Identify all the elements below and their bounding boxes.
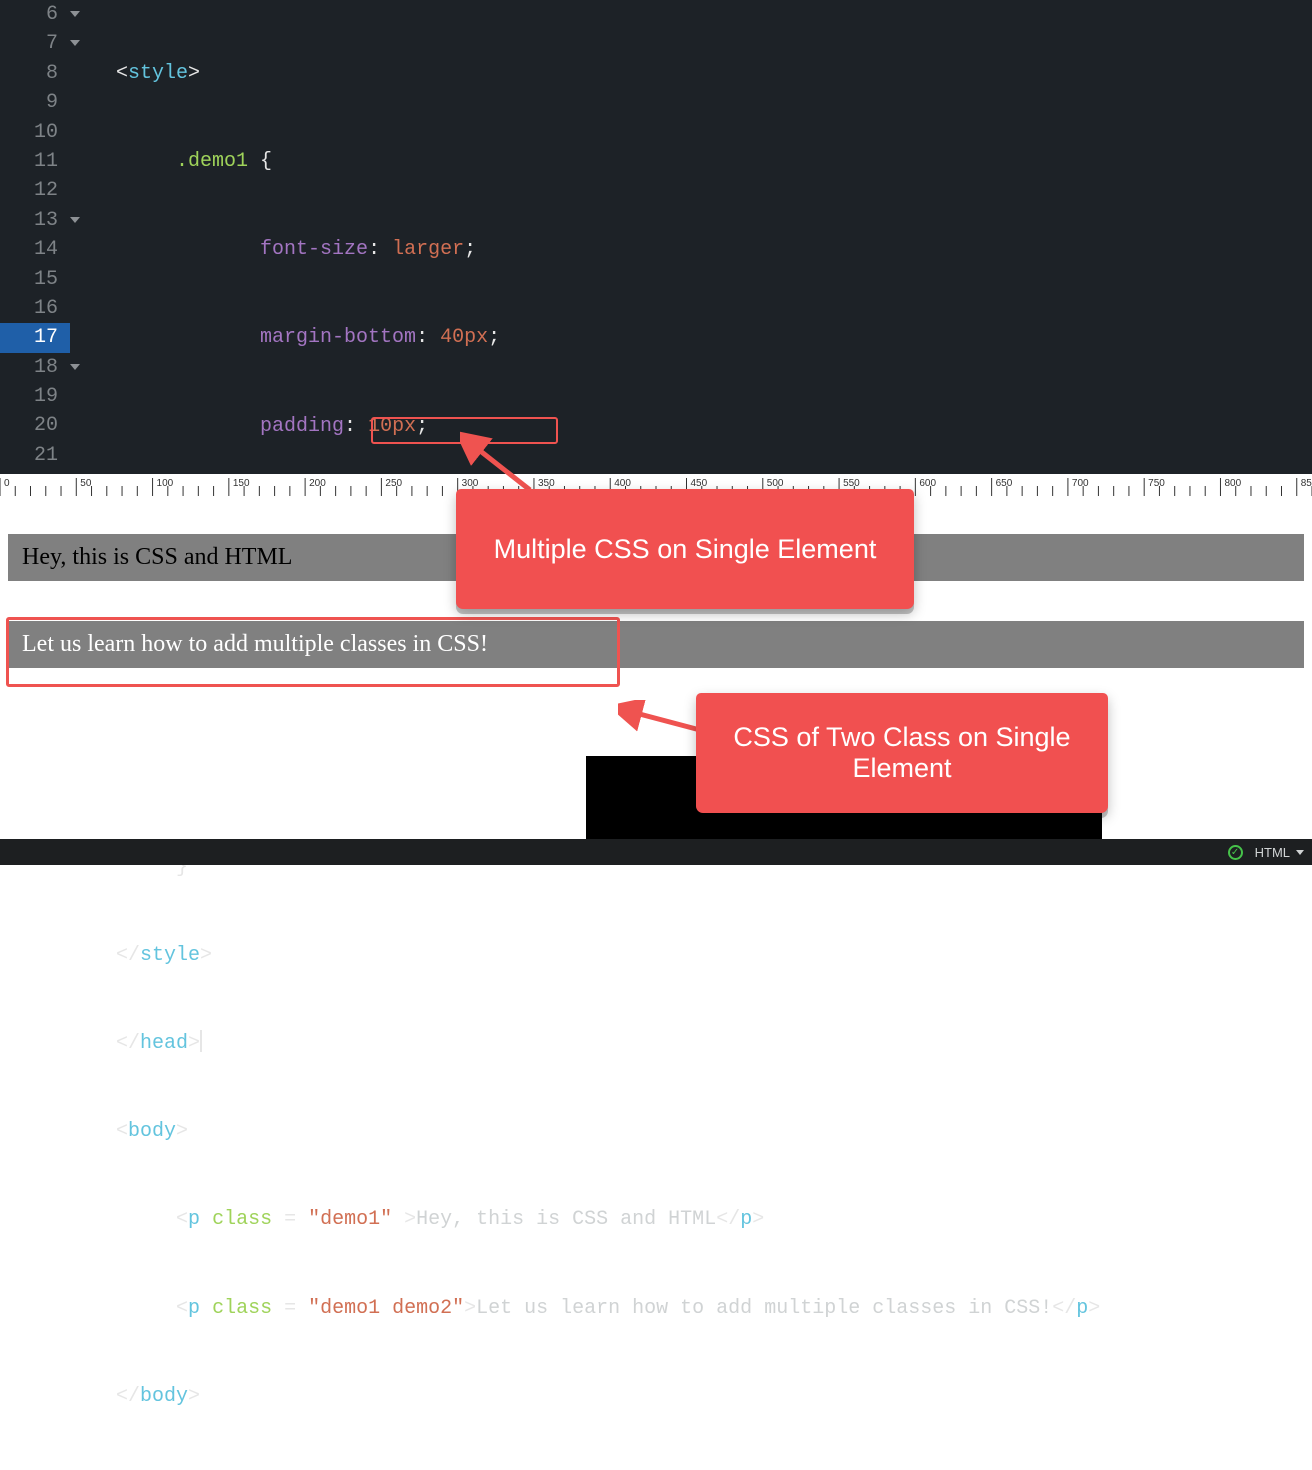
svg-text:500: 500 xyxy=(767,478,784,489)
code-line[interactable]: <p class = "demo1" >Hey, this is CSS and… xyxy=(80,1205,1312,1234)
code-line[interactable]: font-size: larger; xyxy=(80,235,1312,264)
line-number: 9 xyxy=(0,88,70,117)
preview-paragraph-2: Let us learn how to add multiple classes… xyxy=(8,621,1304,668)
status-bar: ✓ HTML xyxy=(0,839,1312,865)
line-number: 6 xyxy=(0,0,70,29)
svg-text:450: 450 xyxy=(691,478,708,489)
line-number-gutter: 6 7 8 9 10 11 12 13 14 15 16 17 18 19 20… xyxy=(0,0,70,470)
line-number: 15 xyxy=(0,265,70,294)
svg-text:400: 400 xyxy=(614,478,631,489)
svg-text:250: 250 xyxy=(385,478,402,489)
code-editor[interactable]: 6 7 8 9 10 11 12 13 14 15 16 17 18 19 20… xyxy=(0,0,1312,474)
line-number: 14 xyxy=(0,235,70,264)
chevron-down-icon xyxy=(1296,850,1304,855)
callout-multiple-css: Multiple CSS on Single Element xyxy=(456,489,914,609)
svg-text:100: 100 xyxy=(157,478,174,489)
svg-text:800: 800 xyxy=(1224,478,1241,489)
svg-text:50: 50 xyxy=(80,478,92,489)
line-number: 16 xyxy=(0,294,70,323)
line-number: 10 xyxy=(0,118,70,147)
svg-text:150: 150 xyxy=(233,478,250,489)
line-number: 21 xyxy=(0,441,70,470)
code-line-active[interactable]: </head> xyxy=(80,1029,1312,1058)
line-number: 13 xyxy=(0,206,70,235)
svg-text:750: 750 xyxy=(1148,478,1165,489)
line-number: 11 xyxy=(0,147,70,176)
code-line[interactable]: <p class = "demo1 demo2">Let us learn ho… xyxy=(80,1294,1312,1323)
callout-two-class: CSS of Two Class on Single Element xyxy=(696,693,1108,813)
line-number: 12 xyxy=(0,176,70,205)
svg-text:300: 300 xyxy=(462,478,479,489)
svg-text:0: 0 xyxy=(4,478,10,489)
language-label: HTML xyxy=(1255,845,1290,860)
code-line[interactable]: padding: 10px; xyxy=(80,412,1312,441)
svg-text:600: 600 xyxy=(919,478,936,489)
code-line[interactable]: <body> xyxy=(80,1117,1312,1146)
svg-text:550: 550 xyxy=(843,478,860,489)
svg-text:700: 700 xyxy=(1072,478,1089,489)
line-number: 19 xyxy=(0,382,70,411)
status-ok-icon: ✓ xyxy=(1228,845,1243,860)
line-number-active: 17 xyxy=(0,323,70,352)
svg-text:850: 850 xyxy=(1301,478,1312,489)
line-number: 18 xyxy=(0,353,70,382)
svg-text:650: 650 xyxy=(996,478,1013,489)
line-number: 20 xyxy=(0,411,70,440)
svg-text:350: 350 xyxy=(538,478,555,489)
svg-text:200: 200 xyxy=(309,478,326,489)
code-line[interactable]: <style> xyxy=(80,59,1312,88)
code-line[interactable]: .demo1 { xyxy=(80,147,1312,176)
text-cursor xyxy=(200,1030,202,1052)
code-line[interactable]: </style> xyxy=(80,941,1312,970)
line-number: 8 xyxy=(0,59,70,88)
code-line[interactable]: margin-bottom: 40px; xyxy=(80,323,1312,352)
language-selector[interactable]: HTML xyxy=(1255,845,1304,860)
code-line[interactable]: </body> xyxy=(80,1382,1312,1411)
line-number: 7 xyxy=(0,29,70,58)
